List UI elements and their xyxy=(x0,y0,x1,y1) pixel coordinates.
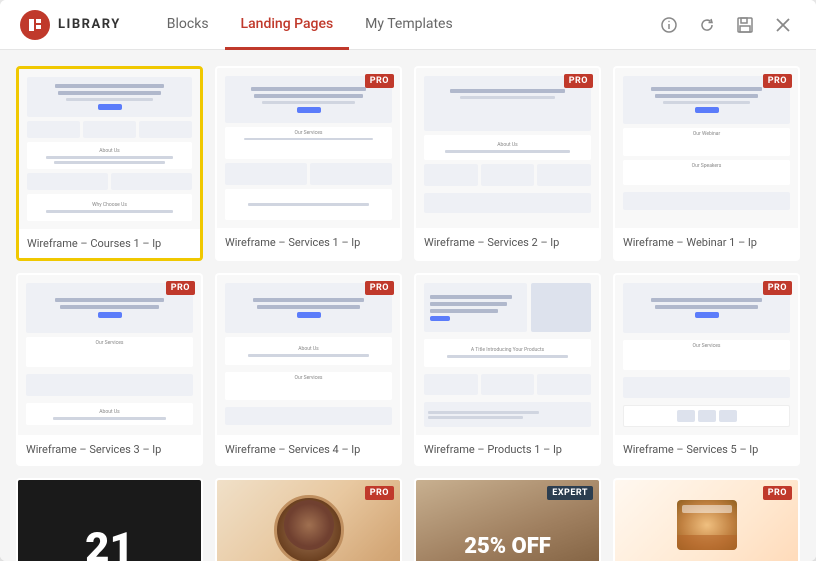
pro-badge: PRO xyxy=(365,486,394,500)
pro-badge: PRO xyxy=(564,74,593,88)
library-title: LIBRARY xyxy=(58,17,121,32)
card-preview: PRO Baby Sleep WithWellness & Healthy Li… xyxy=(217,480,400,561)
tab-blocks[interactable]: Blocks xyxy=(151,1,225,50)
modal-header: LIBRARY Blocks Landing Pages My Template… xyxy=(0,0,816,50)
pro-badge: PRO xyxy=(763,281,792,295)
template-grid-container: About Us Why Choose Us xyxy=(0,50,816,561)
card-preview: 21 LargePlate xyxy=(18,480,201,561)
card-preview: EXPERT 25% OFF All Rooms& Suites xyxy=(416,480,599,561)
template-card-wireframe-services-5[interactable]: PRO Our Services xyxy=(613,273,800,466)
card-preview: About Us Why Choose Us xyxy=(19,69,200,229)
refresh-icon[interactable] xyxy=(694,12,720,38)
card-preview: A Title Introducing Your Products xyxy=(416,275,599,435)
template-card-wireframe-webinar-1[interactable]: PRO Our Webinar xyxy=(613,66,800,261)
pro-badge: PRO xyxy=(365,74,394,88)
close-icon[interactable] xyxy=(770,12,796,38)
template-card-wireframe-services-3[interactable]: PRO Our Services xyxy=(16,273,203,466)
card-preview: PRO Our Services xyxy=(615,275,798,435)
card-label: Wireframe – Products 1 – lp xyxy=(416,435,599,464)
expert-badge: EXPERT xyxy=(547,486,593,500)
tab-landing-pages[interactable]: Landing Pages xyxy=(225,1,350,50)
template-card-baby-sleep[interactable]: PRO Baby Sleep WithWellness & Healthy Li… xyxy=(215,478,402,561)
card-label: Wireframe – Services 5 – lp xyxy=(615,435,798,464)
info-icon[interactable] xyxy=(656,12,682,38)
card-label: Wireframe – Courses 1 – lp xyxy=(19,229,200,258)
template-card-wireframe-services-1[interactable]: PRO Our Services xyxy=(215,66,402,261)
pro-badge: PRO xyxy=(763,74,792,88)
template-card-cakes-online[interactable]: PRO 20% OFF ALLCAKES ONLINE Cakes Online xyxy=(613,478,800,561)
card-label: Wireframe – Services 3 – lp xyxy=(18,435,201,464)
template-card-wireframe-courses-1[interactable]: About Us Why Choose Us xyxy=(16,66,203,261)
pro-badge: PRO xyxy=(763,486,792,500)
card-label: Wireframe – Services 2 – lp xyxy=(416,228,599,257)
card-preview: PRO Our Services xyxy=(217,68,400,228)
library-modal: LIBRARY Blocks Landing Pages My Template… xyxy=(0,0,816,561)
template-card-wireframe-services-2[interactable]: PRO About Us xyxy=(414,66,601,261)
tab-my-templates[interactable]: My Templates xyxy=(349,1,469,50)
logo-area: LIBRARY xyxy=(20,10,121,40)
card-label: Wireframe – Services 4 – lp xyxy=(217,435,400,464)
save-icon[interactable] xyxy=(732,12,758,38)
card-label: Wireframe – Webinar 1 – lp xyxy=(615,228,798,257)
pro-badge: PRO xyxy=(365,281,394,295)
photo-number: 21 xyxy=(85,528,134,561)
card-preview: PRO About Us xyxy=(416,68,599,228)
card-preview: PRO Our Webinar xyxy=(615,68,798,228)
header-actions xyxy=(656,12,796,38)
card-preview: PRO About Us Our Services xyxy=(217,275,400,435)
card-preview: PRO Our Services xyxy=(18,275,201,435)
card-label: Wireframe – Services 1 – lp xyxy=(217,228,400,257)
discount-value: 25% OFF xyxy=(464,536,551,558)
tab-navigation: Blocks Landing Pages My Templates xyxy=(151,0,656,49)
pro-badge: PRO xyxy=(166,281,195,295)
template-grid: About Us Why Choose Us xyxy=(16,66,800,561)
template-card-wireframe-products-1[interactable]: A Title Introducing Your Products Wirefr… xyxy=(414,273,601,466)
template-card-wireframe-services-4[interactable]: PRO About Us Our Services xyxy=(215,273,402,466)
template-card-hotel-rooms[interactable]: EXPERT 25% OFF All Rooms& Suites Hotel R… xyxy=(414,478,601,561)
template-card-large-plate[interactable]: 21 LargePlate Large Plate xyxy=(16,478,203,561)
card-preview: PRO 20% OFF ALLCAKES ONLINE xyxy=(615,480,798,561)
elementor-logo xyxy=(20,10,50,40)
